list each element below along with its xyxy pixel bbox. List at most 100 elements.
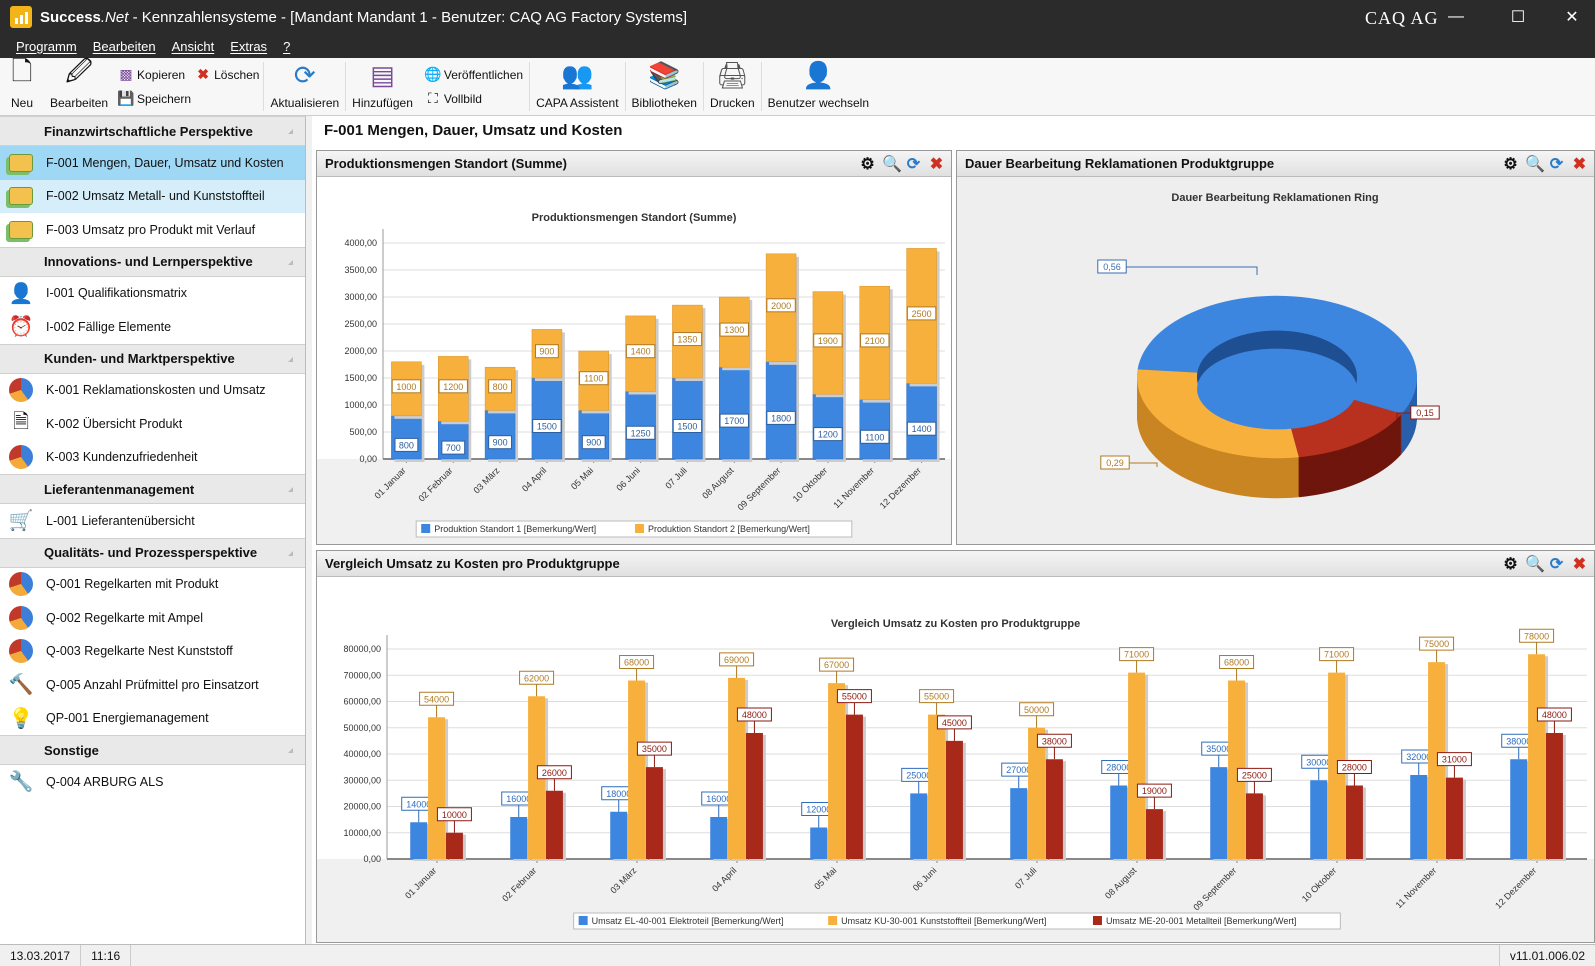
window-title: Success.Net - Kennzahlensysteme - [Manda… (40, 8, 687, 26)
sidebar-item[interactable]: 🔧 Q-004 ARBURG ALS (0, 765, 305, 799)
menu-extras[interactable]: Extras (230, 39, 267, 54)
sidebar-item-label: K-002 Übersicht Produkt (46, 416, 183, 431)
status-date: 13.03.2017 (0, 945, 82, 966)
publish-button[interactable]: 🌐 Veröffentlichen (424, 63, 523, 87)
bar (1245, 793, 1263, 859)
switch-user-label: Benutzer wechseln (767, 96, 870, 110)
sidebar-item-label: Q-004 ARBURG ALS (46, 774, 164, 789)
donut-hole-inner (1197, 348, 1357, 430)
sidebar-item[interactable]: F-002 Umsatz Metall- und Kunststoffteil (0, 179, 305, 213)
close-icon[interactable]: ✖ (928, 154, 945, 174)
close-icon[interactable]: ✖ (1571, 154, 1588, 174)
y-tick-label: 20000,00 (343, 802, 381, 812)
sidebar-item[interactable]: 👤 I-001 Qualifikationsmatrix (0, 277, 305, 311)
close-button[interactable]: ✕ (1549, 0, 1595, 34)
sidebar-group-header[interactable]: Qualitäts- und Prozessperspektive (0, 537, 305, 568)
sidebar-item[interactable]: 💡 QP-001 Energiemanagement (0, 702, 305, 736)
data-label: 68000 (624, 658, 649, 668)
printer-icon: 🖨 (715, 59, 749, 90)
refresh-button[interactable]: ⟳ Aktualisieren (264, 58, 345, 115)
settings-icon[interactable]: ⚙ (1502, 154, 1519, 174)
minimize-button[interactable]: — (1433, 0, 1479, 34)
legend-swatch (635, 524, 644, 533)
bar (1545, 733, 1563, 859)
sidebar-item[interactable]: Q-003 Regelkarte Nest Kunststoff (0, 635, 305, 669)
switch-user-button[interactable]: 👤 Benutzer wechseln (762, 58, 875, 115)
sidebar-group-header[interactable]: Lieferantenmanagement (0, 474, 305, 504)
splitter-handle[interactable] (306, 116, 312, 944)
sidebar-item[interactable]: K-003 Kundenzufriedenheit (0, 441, 305, 475)
sidebar-item[interactable]: 🗎 K-002 Übersicht Produkt (0, 407, 305, 441)
sidebar-item[interactable]: 🔨 Q-005 Anzahl Prüfmittel pro Einsatzort (0, 668, 305, 702)
sidebar-group-header[interactable]: Innovations- und Lernperspektive (0, 246, 305, 277)
data-label: 62000 (524, 673, 549, 683)
refresh-icon[interactable]: ⟳ (1548, 154, 1565, 174)
data-label: 50000 (1024, 705, 1049, 715)
copy-button[interactable]: ▩ Kopieren (118, 63, 185, 87)
refresh-icon[interactable]: ⟳ (905, 154, 922, 174)
data-label: 700 (446, 443, 461, 453)
bar (1345, 785, 1363, 859)
data-label: 1300 (724, 325, 744, 335)
status-bar: 13.03.2017 11:16 v11.01.006.02 (0, 944, 1595, 966)
data-label: 71000 (1124, 650, 1149, 660)
menu-bearbeiten[interactable]: Bearbeiten (93, 39, 156, 54)
data-label: 1400 (631, 347, 651, 357)
print-label: Drucken (709, 96, 755, 110)
sidebar-item[interactable]: 🛒 L-001 Lieferantenübersicht (0, 504, 305, 538)
pie-chart-icon (8, 444, 34, 470)
data-label: 38000 (1506, 736, 1531, 746)
add-widget-icon: ▤ (370, 59, 395, 90)
legend-swatch (1092, 916, 1102, 925)
data-label: 0,29 (1106, 458, 1124, 468)
refresh-icon[interactable]: ⟳ (1548, 554, 1565, 574)
data-label: 45000 (942, 718, 967, 728)
data-label: 1100 (865, 432, 884, 442)
bar (1110, 785, 1128, 859)
sidebar-group-header[interactable]: Finanzwirtschaftliche Perspektive (0, 116, 305, 146)
copy-label: Kopieren (137, 67, 186, 82)
edit-button[interactable]: 🖉 Bearbeiten (44, 56, 114, 115)
sidebar-item[interactable]: Q-001 Regelkarten mit Produkt (0, 568, 305, 602)
sidebar-item-label: I-002 Fällige Elemente (46, 319, 172, 334)
bar (728, 677, 746, 859)
data-label: 1700 (724, 416, 744, 426)
maximize-button[interactable]: ☐ (1495, 0, 1541, 34)
print-button[interactable]: 🖨 Drucken (704, 58, 761, 115)
close-icon[interactable]: ✖ (1571, 554, 1588, 574)
add-button[interactable]: ▤ Hinzufügen (346, 58, 419, 115)
legend-label: Produktion Standort 1 [Bemerkung/Wert] (434, 524, 596, 534)
sidebar-item-label: F-001 Mengen, Dauer, Umsatz und Kosten (46, 155, 284, 170)
sidebar-item[interactable]: F-003 Umsatz pro Produkt mit Verlauf (0, 213, 305, 247)
sidebar-item[interactable]: K-001 Reklamationskosten und Umsatz (0, 374, 305, 408)
menu-ansicht[interactable]: Ansicht (172, 39, 215, 54)
bar (1510, 759, 1528, 859)
sidebar-group-header[interactable]: Kunden- und Marktperspektive (0, 343, 305, 374)
zoom-icon[interactable]: 🔍 (1525, 554, 1545, 574)
legend-swatch (578, 916, 588, 925)
data-label: 48000 (742, 710, 767, 720)
libraries-button[interactable]: 📚 Bibliotheken (626, 58, 703, 115)
y-tick-label: 70000,00 (343, 670, 381, 680)
zoom-icon[interactable]: 🔍 (882, 154, 902, 174)
menu-programm[interactable]: Programm (16, 39, 77, 54)
settings-icon[interactable]: ⚙ (859, 154, 876, 174)
menu-help[interactable]: ? (283, 39, 290, 54)
sidebar-item-label: QP-001 Energiemanagement (46, 711, 209, 726)
switch-user-icon: 👤 (802, 59, 835, 90)
settings-icon[interactable]: ⚙ (1502, 554, 1519, 574)
new-button[interactable]: 🗋 Neu (0, 56, 44, 115)
save-button[interactable]: 💾 Speichern (117, 87, 259, 111)
sidebar-item[interactable]: ⏰ I-002 Fällige Elemente (0, 310, 305, 344)
bar-segment (578, 410, 609, 460)
panel-title: Dauer Bearbeitung Reklamationen Produktg… (965, 156, 1275, 171)
sidebar-group-header[interactable]: Sonstige (0, 735, 305, 765)
fullscreen-button[interactable]: ⛶ Vollbild (425, 87, 523, 111)
data-label: 10000 (442, 810, 467, 820)
y-tick-label: 40000,00 (343, 749, 381, 759)
delete-button[interactable]: ✖ Löschen (195, 63, 259, 87)
sidebar-item[interactable]: Q-002 Regelkarte mit Ampel (0, 601, 305, 635)
capa-assistant-button[interactable]: 👥 CAPA Assistent (530, 58, 624, 115)
sidebar-item[interactable]: F-001 Mengen, Dauer, Umsatz und Kosten (0, 146, 305, 180)
zoom-icon[interactable]: 🔍 (1525, 154, 1545, 174)
